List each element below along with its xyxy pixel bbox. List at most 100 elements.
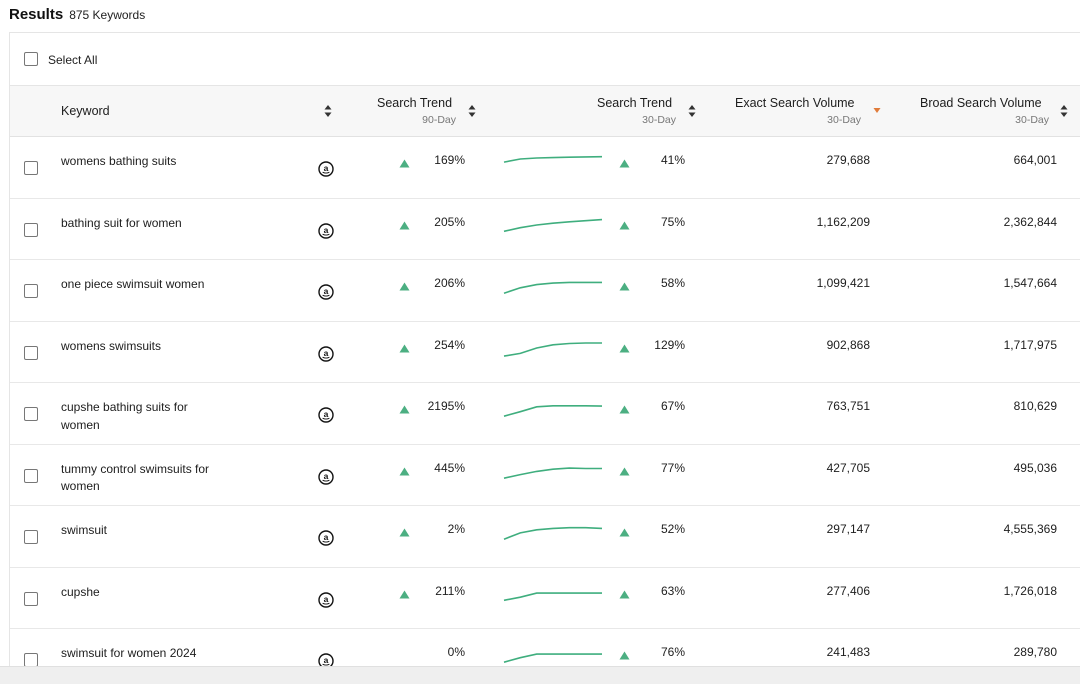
- trend-90-value: 0%: [447, 645, 465, 659]
- svg-text:a: a: [324, 594, 329, 604]
- broad-volume-value: 810,629: [1013, 399, 1057, 413]
- trend-30-value: 76%: [660, 645, 685, 659]
- keyword-text[interactable]: swimsuit: [61, 522, 211, 540]
- table-row[interactable]: bathing suit for women a 205% 75% 1,162,209 2…: [10, 199, 1080, 260]
- amazon-icon[interactable]: a: [318, 468, 334, 485]
- broad-volume-value: 664,001: [1013, 153, 1057, 167]
- trend-sparkline: [503, 591, 602, 601]
- row-checkbox[interactable]: [24, 161, 38, 175]
- trend-sparkline: [503, 653, 602, 663]
- keyword-text[interactable]: tummy control swimsuits for women: [61, 461, 211, 496]
- broad-volume-value: 289,780: [1013, 645, 1057, 659]
- trend-30-value: 58%: [660, 276, 685, 290]
- column-trend-90[interactable]: Search Trend: [377, 96, 452, 110]
- keyword-text[interactable]: cupshe: [61, 584, 211, 602]
- trend-30-value: 75%: [660, 214, 685, 229]
- triangle-up-icon: [399, 278, 410, 291]
- trend-sparkline: [503, 281, 602, 294]
- sort-icon[interactable]: [688, 104, 696, 118]
- triangle-up-icon: [399, 586, 410, 598]
- broad-volume-value: 1,726,018: [1003, 583, 1057, 598]
- keyword-text[interactable]: womens bathing suits: [61, 153, 211, 171]
- keyword-text[interactable]: bathing suit for women: [61, 215, 211, 233]
- column-exact-volume[interactable]: Exact Search Volume: [735, 96, 855, 110]
- keyword-text[interactable]: one piece swimsuit women: [61, 276, 211, 294]
- amazon-icon[interactable]: a: [318, 161, 334, 177]
- trend-30-value: 129%: [654, 337, 685, 352]
- amazon-icon[interactable]: a: [318, 530, 334, 546]
- column-broad-volume[interactable]: Broad Search Volume: [920, 96, 1042, 110]
- svg-text:a: a: [324, 163, 329, 173]
- trend-90-value: 205%: [434, 214, 465, 229]
- sort-icon[interactable]: [1060, 104, 1068, 118]
- sort-descending-icon[interactable]: [873, 106, 881, 120]
- triangle-up-icon: [619, 463, 630, 475]
- column-keyword[interactable]: Keyword: [61, 104, 110, 118]
- row-checkbox[interactable]: [24, 653, 38, 667]
- trend-90-value: 169%: [434, 153, 465, 167]
- triangle-up-icon: [399, 340, 410, 352]
- trend-30-value: 41%: [660, 153, 685, 167]
- svg-text:a: a: [324, 225, 329, 235]
- triangle-up-icon: [619, 586, 630, 598]
- trend-30-value: 77%: [660, 460, 685, 475]
- amazon-icon[interactable]: a: [318, 407, 334, 423]
- exact-volume-value: 277,406: [826, 583, 870, 598]
- row-checkbox[interactable]: [24, 284, 38, 298]
- broad-volume-value: 1,547,664: [1003, 276, 1057, 290]
- row-checkbox[interactable]: [24, 407, 38, 421]
- row-checkbox[interactable]: [24, 468, 38, 483]
- triangle-up-icon: [399, 217, 410, 229]
- trend-sparkline: [503, 218, 603, 232]
- trend-sparkline: [503, 405, 603, 417]
- triangle-up-icon: [619, 401, 630, 414]
- broad-volume-value: 1,717,975: [1003, 337, 1057, 352]
- table-row[interactable]: womens swimsuits a 254% 129% 902,868 1,717,97…: [10, 322, 1080, 383]
- row-checkbox[interactable]: [24, 345, 38, 360]
- sort-icon[interactable]: [468, 104, 476, 118]
- amazon-icon[interactable]: a: [318, 284, 334, 300]
- column-trend-30-sub: 30-Day: [642, 114, 676, 126]
- svg-text:a: a: [324, 286, 329, 296]
- table-row[interactable]: cupshe bathing suits for women a 2195% 67% 7…: [10, 383, 1080, 445]
- row-checkbox[interactable]: [24, 591, 38, 606]
- broad-volume-value: 4,555,369: [1003, 522, 1057, 536]
- exact-volume-value: 763,751: [826, 399, 870, 413]
- trend-sparkline: [503, 526, 603, 540]
- amazon-icon[interactable]: a: [318, 345, 334, 362]
- results-title: Results: [9, 6, 64, 23]
- column-trend-30[interactable]: Search Trend: [597, 96, 672, 110]
- table-row[interactable]: cupshe a 211% 63% 277,406 1,726,018: [10, 568, 1080, 629]
- keyword-text[interactable]: swimsuit for women 2024: [61, 645, 211, 663]
- horizontal-scrollbar[interactable]: [0, 666, 1080, 684]
- trend-30-value: 52%: [660, 522, 685, 536]
- exact-volume-value: 427,705: [826, 460, 870, 475]
- select-all-checkbox[interactable]: [24, 52, 38, 66]
- triangle-up-icon: [619, 647, 630, 660]
- keyword-text[interactable]: womens swimsuits: [61, 338, 211, 356]
- sort-icon[interactable]: [324, 104, 332, 118]
- amazon-icon[interactable]: a: [318, 222, 334, 239]
- triangle-up-icon: [619, 155, 630, 168]
- exact-volume-value: 279,688: [826, 153, 870, 167]
- svg-text:a: a: [324, 532, 329, 542]
- table-row[interactable]: tummy control swimsuits for women a 445% 77…: [10, 445, 1080, 506]
- column-trend-90-sub: 90-Day: [422, 114, 456, 126]
- table-row[interactable]: swimsuit a 2% 52% 297,147 4,555,369: [10, 506, 1080, 568]
- trend-90-value: 211%: [435, 583, 465, 598]
- table-row[interactable]: womens bathing suits a 169% 41% 279,688 664,0…: [10, 137, 1080, 199]
- svg-text:a: a: [324, 471, 329, 481]
- table-row[interactable]: one piece swimsuit women a 206% 58% 1,099,42…: [10, 260, 1080, 322]
- triangle-up-icon: [619, 340, 630, 352]
- triangle-up-icon: [399, 155, 410, 168]
- trend-30-value: 67%: [660, 399, 685, 413]
- amazon-icon[interactable]: a: [318, 591, 334, 608]
- row-checkbox[interactable]: [24, 530, 38, 544]
- select-all-bar: Select All: [10, 33, 1080, 86]
- row-checkbox[interactable]: [24, 222, 38, 237]
- results-header: Results 875 Keywords: [9, 6, 145, 26]
- keyword-count: 875 Keywords: [69, 8, 146, 22]
- trend-sparkline: [503, 155, 603, 163]
- keyword-text[interactable]: cupshe bathing suits for women: [61, 399, 211, 434]
- exact-volume-value: 902,868: [826, 337, 870, 352]
